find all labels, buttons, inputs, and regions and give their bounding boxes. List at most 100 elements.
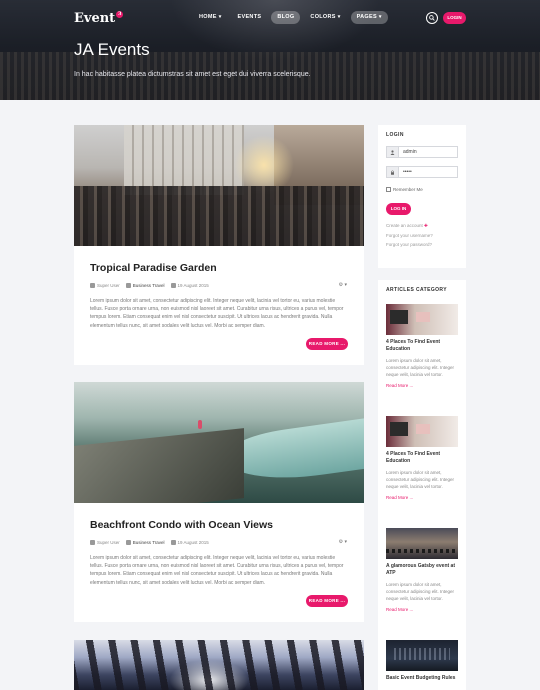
post-title[interactable]: Beachfront Condo with Ocean Views [90,519,273,531]
menu-item-events[interactable]: EVENTS [232,11,268,24]
chevron-down-icon: ▾ [378,14,382,20]
post-image-raised-hands [74,640,364,690]
articles-category-heading: ARTICLES CATEGORY [386,287,447,293]
user-icon [90,283,95,289]
post-date-label: 19 August 2015 [177,540,209,545]
articles-category-module: ARTICLES CATEGORY 4 Places To Find Event… [378,280,466,690]
read-more-button[interactable]: READ MORE ... [306,595,348,607]
username-field: admin [386,146,458,158]
menu-item-home[interactable]: HOME ▾ [193,11,228,24]
post-image-person [198,420,202,429]
post-image-street-crowd[interactable] [74,125,364,246]
logo-badge: 3 [116,11,124,18]
post-image-crowd [74,186,364,246]
menu-pages-label: PAGES [356,14,377,20]
remember-me-checkbox[interactable] [386,187,391,192]
article-thumbnail[interactable] [386,304,458,335]
forgot-password-link[interactable]: Forgot your password? [386,242,433,247]
post-category-label: Business Travel [132,540,165,545]
post-meta: Super User Business Travel 19 August 201… [90,283,209,289]
post-title[interactable]: Tropical Paradise Garden [90,262,217,274]
article-desc: Lorem ipsum dolor sit amet, consectetur … [386,470,455,490]
category-article-item: A glamorous Gatsby event at ATP Lorem ip… [386,528,458,612]
folder-icon [125,540,131,546]
article-thumbnail[interactable] [386,640,458,671]
menu-item-colors[interactable]: COLORS ▾ [304,11,346,24]
menu-blog-label: BLOG [277,14,295,20]
article-title[interactable]: A glamorous Gatsby event at ATP [386,563,458,577]
article-read-more-link[interactable]: Read More ... [386,383,458,388]
password-input[interactable]: ••••• [399,166,458,178]
forgot-username-link[interactable]: Forgot your username? [386,233,433,238]
blog-post-card: Beachfront Condo with Ocean Views Super … [74,382,364,622]
main-menu: HOME ▾ EVENTS BLOG COLORS ▾ PAGES ▾ [193,11,388,24]
search-icon [429,15,435,21]
post-image-concert-crowd[interactable] [74,640,364,690]
article-desc: Lorem ipsum dolor sit amet, consectetur … [386,582,455,602]
menu-events-label: EVENTS [237,14,262,20]
blog-post-card [74,640,364,690]
post-date: 19 August 2015 [170,540,209,546]
chevron-down-icon: ▾ [337,14,341,20]
hero-banner: Event 3 HOME ▾ EVENTS BLOG COLORS ▾ PAGES ▾ … [0,0,540,100]
post-category[interactable]: Business Travel [125,283,165,289]
post-image-building [124,125,244,195]
logo-text: Event [74,11,116,26]
blog-post-card: Tropical Paradise Garden Super User Busi… [74,125,364,365]
article-title[interactable]: 4 Places To Find Event Education [386,339,458,353]
post-image-cliff [74,428,244,503]
post-tools-dropdown[interactable]: ⚙ ▾ [339,282,347,288]
post-excerpt: Lorem ipsum dolor sit amet, consectetur … [90,555,344,586]
post-tools-dropdown[interactable]: ⚙ ▾ [339,539,347,545]
page-subtitle: In hac habitasse platea dictumstras sit … [74,71,311,78]
search-button[interactable] [426,12,438,24]
article-read-more-link[interactable]: Read More ... [386,495,458,500]
plus-icon: ✚ [424,223,428,228]
remember-me[interactable]: Remember Me [386,187,423,192]
read-more-button[interactable]: READ MORE ... [306,338,348,350]
chevron-down-icon: ▾ [218,14,222,20]
calendar-icon [170,283,176,289]
create-account-link[interactable]: Create an account ✚ [386,223,433,229]
article-thumbnail[interactable] [386,528,458,559]
post-author-label: Super User [97,283,120,288]
post-image-fjord-cliff[interactable] [74,382,364,503]
category-article-item: Basic Event Budgeting Rules [386,640,458,682]
post-date-label: 19 August 2015 [177,283,209,288]
login-heading: LOGIN [386,132,404,138]
user-icon [386,146,399,158]
menu-item-blog[interactable]: BLOG [271,11,301,24]
post-category[interactable]: Business Travel [125,540,165,546]
post-author: Super User [90,283,120,289]
site-logo[interactable]: Event 3 [74,11,124,26]
calendar-icon [170,540,176,546]
top-navbar: Event 3 HOME ▾ EVENTS BLOG COLORS ▾ PAGES ▾ … [0,0,540,36]
lock-icon [386,166,399,178]
post-author-label: Super User [97,540,120,545]
article-title[interactable]: 4 Places To Find Event Education [386,451,458,465]
header-login-button[interactable]: LOGIN [443,12,466,24]
user-icon [90,540,95,546]
article-title[interactable]: Basic Event Budgeting Rules [386,675,458,682]
page-title: JA Events [74,40,150,59]
article-read-more-link[interactable]: Read More ... [386,607,458,612]
menu-home-label: HOME [199,14,217,20]
category-article-item: 4 Places To Find Event Education Lorem i… [386,304,458,388]
category-article-item: 4 Places To Find Event Education Lorem i… [386,416,458,500]
post-author: Super User [90,540,120,546]
post-meta: Super User Business Travel 19 August 201… [90,540,209,546]
menu-colors-label: COLORS [310,14,336,20]
menu-item-pages[interactable]: PAGES ▾ [350,11,388,24]
login-submit-button[interactable]: LOG IN [386,203,411,215]
login-module: LOGIN admin ••••• Remember Me LOG IN Cre… [378,125,466,268]
article-thumbnail[interactable] [386,416,458,447]
post-date: 19 August 2015 [170,283,209,289]
username-input[interactable]: admin [399,146,458,158]
folder-icon [125,283,131,289]
create-account-label: Create an account [386,223,423,228]
remember-me-label: Remember Me [393,187,423,192]
post-category-label: Business Travel [132,283,165,288]
post-excerpt: Lorem ipsum dolor sit amet, consectetur … [90,298,344,329]
password-field: ••••• [386,166,458,178]
article-desc: Lorem ipsum dolor sit amet, consectetur … [386,358,455,378]
